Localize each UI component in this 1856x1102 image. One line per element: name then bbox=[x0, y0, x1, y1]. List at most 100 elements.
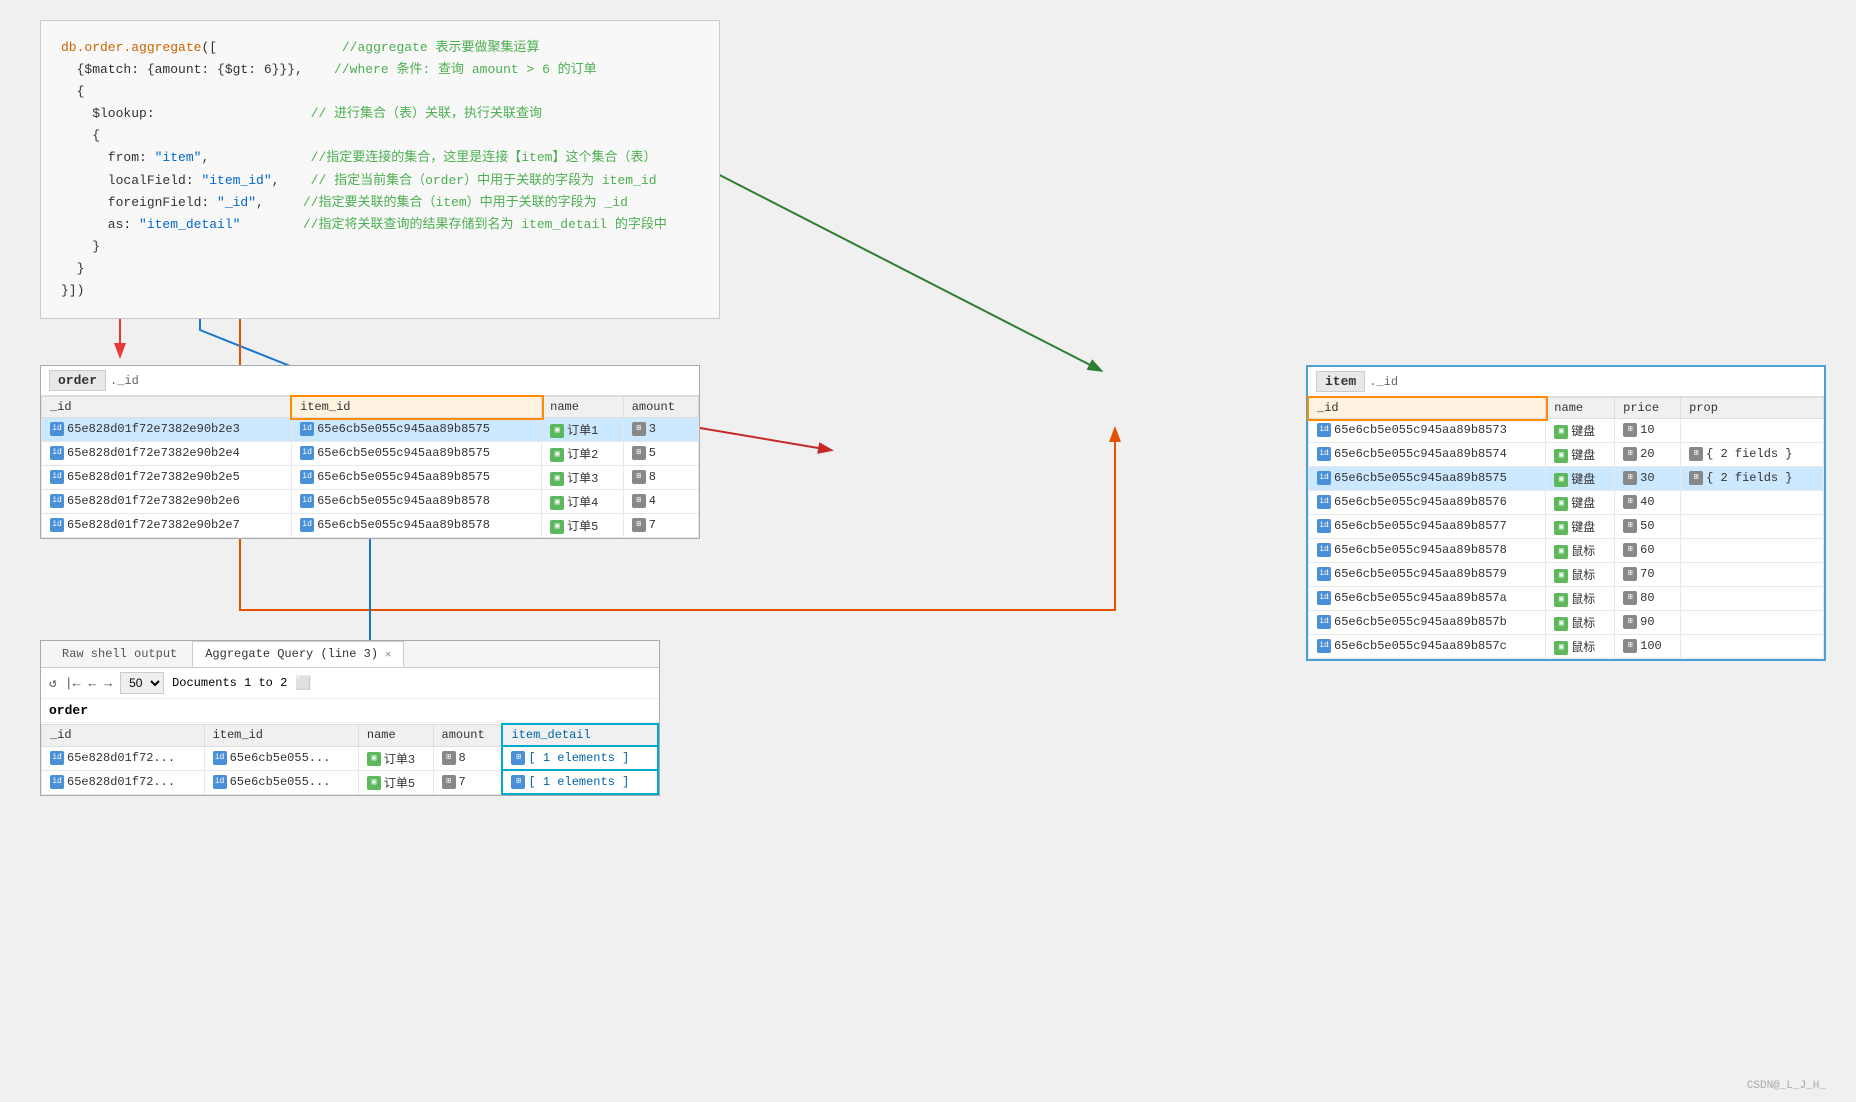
order-cell-name: ▣订单4 bbox=[542, 490, 624, 514]
order-cell-item-id: id65e6cb5e055c945aa89b8578 bbox=[292, 514, 542, 538]
item-cell-name: ▣键盘 bbox=[1546, 419, 1615, 443]
query-col-item-id: item_id bbox=[204, 724, 358, 746]
item-cell-prop bbox=[1681, 635, 1824, 659]
page-info: Documents 1 to 2 bbox=[172, 676, 287, 690]
item-col-name: name bbox=[1546, 398, 1615, 419]
query-tab-bar: Raw shell output Aggregate Query (line 3… bbox=[41, 641, 659, 668]
code-line-6: from: "item", //指定要连接的集合，这里是连接【item】这个集合… bbox=[61, 147, 699, 169]
order-table-title: order bbox=[49, 370, 106, 391]
item-table-row: id65e6cb5e055c945aa89b857c ▣鼠标 ⊞100 bbox=[1309, 635, 1824, 659]
code-block: db.order.aggregate([ //aggregate 表示要做聚集运… bbox=[40, 20, 720, 319]
item-cell-price: ⊞100 bbox=[1615, 635, 1681, 659]
code-line-11: } bbox=[61, 258, 699, 280]
query-cell-id: id65e828d01f72... bbox=[42, 746, 205, 770]
item-cell-id: id65e6cb5e055c945aa89b8575 bbox=[1309, 467, 1546, 491]
order-cell-id: id65e828d01f72e7382e90b2e5 bbox=[42, 466, 292, 490]
nav-next-icon[interactable]: → bbox=[104, 676, 112, 691]
code-line-1: db.order.aggregate([ //aggregate 表示要做聚集运… bbox=[61, 37, 699, 59]
page-size-select[interactable]: 50 bbox=[120, 672, 164, 694]
item-table-row: id65e6cb5e055c945aa89b8574 ▣键盘 ⊞20 ⊞{ 2 … bbox=[1309, 443, 1824, 467]
order-table-container: order ._id _id item_id name amount id65e… bbox=[40, 365, 700, 539]
nav-start-icon[interactable]: |← bbox=[65, 676, 81, 691]
item-cell-id: id65e6cb5e055c945aa89b8577 bbox=[1309, 515, 1546, 539]
query-toolbar: ↺ |← ← → 50 Documents 1 to 2 ⬜ bbox=[41, 668, 659, 699]
item-cell-price: ⊞90 bbox=[1615, 611, 1681, 635]
item-table: _id name price prop id65e6cb5e055c945aa8… bbox=[1308, 397, 1824, 659]
item-cell-name: ▣键盘 bbox=[1546, 491, 1615, 515]
item-table-row: id65e6cb5e055c945aa89b8579 ▣鼠标 ⊞70 bbox=[1309, 563, 1824, 587]
query-cell-name: ▣订单5 bbox=[358, 770, 433, 794]
order-table-row: id65e828d01f72e7382e90b2e5 id65e6cb5e055… bbox=[42, 466, 699, 490]
item-cell-id: id65e6cb5e055c945aa89b857a bbox=[1309, 587, 1546, 611]
item-table-title: item bbox=[1316, 371, 1365, 392]
item-table-row: id65e6cb5e055c945aa89b8575 ▣键盘 ⊞30 ⊞{ 2 … bbox=[1309, 467, 1824, 491]
order-cell-amount: ⊞5 bbox=[623, 442, 698, 466]
code-line-7: localField: "item_id", // 指定当前集合（order）中… bbox=[61, 170, 699, 192]
query-table-row: id65e828d01f72... id65e6cb5e055... ▣订单5 … bbox=[42, 770, 659, 794]
order-cell-id: id65e828d01f72e7382e90b2e3 bbox=[42, 418, 292, 442]
order-cell-item-id: id65e6cb5e055c945aa89b8575 bbox=[292, 466, 542, 490]
order-cell-amount: ⊞7 bbox=[623, 514, 698, 538]
query-cell-amount: ⊞7 bbox=[433, 770, 502, 794]
item-cell-id: id65e6cb5e055c945aa89b8578 bbox=[1309, 539, 1546, 563]
item-cell-id: id65e6cb5e055c945aa89b857b bbox=[1309, 611, 1546, 635]
query-cell-item-detail: ⊞[ 1 elements ] bbox=[502, 770, 658, 794]
item-cell-prop: ⊞{ 2 fields } bbox=[1681, 467, 1824, 491]
item-cell-prop bbox=[1681, 491, 1824, 515]
code-line-10: } bbox=[61, 236, 699, 258]
query-table: _id item_id name amount item_detail id65… bbox=[41, 723, 659, 795]
item-cell-prop bbox=[1681, 587, 1824, 611]
query-col-amount: amount bbox=[433, 724, 502, 746]
tab-raw-shell[interactable]: Raw shell output bbox=[49, 641, 190, 667]
code-line-5: { bbox=[61, 125, 699, 147]
item-col-price: price bbox=[1615, 398, 1681, 419]
tab-aggregate-query[interactable]: Aggregate Query (line 3) ✕ bbox=[192, 641, 404, 667]
item-cell-price: ⊞10 bbox=[1615, 419, 1681, 443]
item-cell-name: ▣鼠标 bbox=[1546, 635, 1615, 659]
item-table-title-bar: item ._id bbox=[1308, 367, 1824, 397]
item-cell-price: ⊞80 bbox=[1615, 587, 1681, 611]
order-table-subtitle: ._id bbox=[110, 374, 139, 388]
export-icon[interactable]: ⬜ bbox=[295, 676, 311, 691]
code-line-4: $lookup: // 进行集合（表）关联，执行关联查询 bbox=[61, 103, 699, 125]
query-col-id: _id bbox=[42, 724, 205, 746]
order-table-row: id65e828d01f72e7382e90b2e4 id65e6cb5e055… bbox=[42, 442, 699, 466]
item-table-subtitle: ._id bbox=[1369, 375, 1398, 389]
order-table-title-bar: order ._id bbox=[41, 366, 699, 396]
item-cell-price: ⊞60 bbox=[1615, 539, 1681, 563]
query-cell-id: id65e828d01f72... bbox=[42, 770, 205, 794]
order-cell-name: ▣订单3 bbox=[542, 466, 624, 490]
item-cell-name: ▣键盘 bbox=[1546, 515, 1615, 539]
order-cell-id: id65e828d01f72e7382e90b2e6 bbox=[42, 490, 292, 514]
order-col-name: name bbox=[542, 397, 624, 418]
item-cell-prop bbox=[1681, 563, 1824, 587]
item-cell-id: id65e6cb5e055c945aa89b857c bbox=[1309, 635, 1546, 659]
item-table-row: id65e6cb5e055c945aa89b857b ▣鼠标 ⊞90 bbox=[1309, 611, 1824, 635]
item-cell-id: id65e6cb5e055c945aa89b8576 bbox=[1309, 491, 1546, 515]
item-cell-name: ▣鼠标 bbox=[1546, 539, 1615, 563]
item-cell-name: ▣鼠标 bbox=[1546, 587, 1615, 611]
order-col-id: _id bbox=[42, 397, 292, 418]
item-col-id: _id bbox=[1309, 398, 1546, 419]
order-cell-amount: ⊞8 bbox=[623, 466, 698, 490]
item-cell-price: ⊞40 bbox=[1615, 491, 1681, 515]
item-col-prop: prop bbox=[1681, 398, 1824, 419]
refresh-icon[interactable]: ↺ bbox=[49, 676, 57, 691]
query-col-item-detail: item_detail bbox=[502, 724, 658, 746]
order-table-row: id65e828d01f72e7382e90b2e6 id65e6cb5e055… bbox=[42, 490, 699, 514]
item-cell-price: ⊞30 bbox=[1615, 467, 1681, 491]
order-cell-item-id: id65e6cb5e055c945aa89b8575 bbox=[292, 442, 542, 466]
item-table-container: item ._id _id name price prop id65e6cb5e… bbox=[1306, 365, 1826, 661]
item-cell-price: ⊞70 bbox=[1615, 563, 1681, 587]
code-line-9: as: "item_detail" //指定将关联查询的结果存储到名为 item… bbox=[61, 214, 699, 236]
item-cell-id: id65e6cb5e055c945aa89b8579 bbox=[1309, 563, 1546, 587]
order-cell-id: id65e828d01f72e7382e90b2e7 bbox=[42, 514, 292, 538]
tab-close-icon[interactable]: ✕ bbox=[385, 650, 391, 661]
item-cell-id: id65e6cb5e055c945aa89b8573 bbox=[1309, 419, 1546, 443]
item-cell-price: ⊞20 bbox=[1615, 443, 1681, 467]
query-table-row: id65e828d01f72... id65e6cb5e055... ▣订单3 … bbox=[42, 746, 659, 770]
nav-prev-icon[interactable]: ← bbox=[88, 676, 96, 691]
order-cell-item-id: id65e6cb5e055c945aa89b8578 bbox=[292, 490, 542, 514]
query-col-name: name bbox=[358, 724, 433, 746]
item-cell-name: ▣键盘 bbox=[1546, 443, 1615, 467]
